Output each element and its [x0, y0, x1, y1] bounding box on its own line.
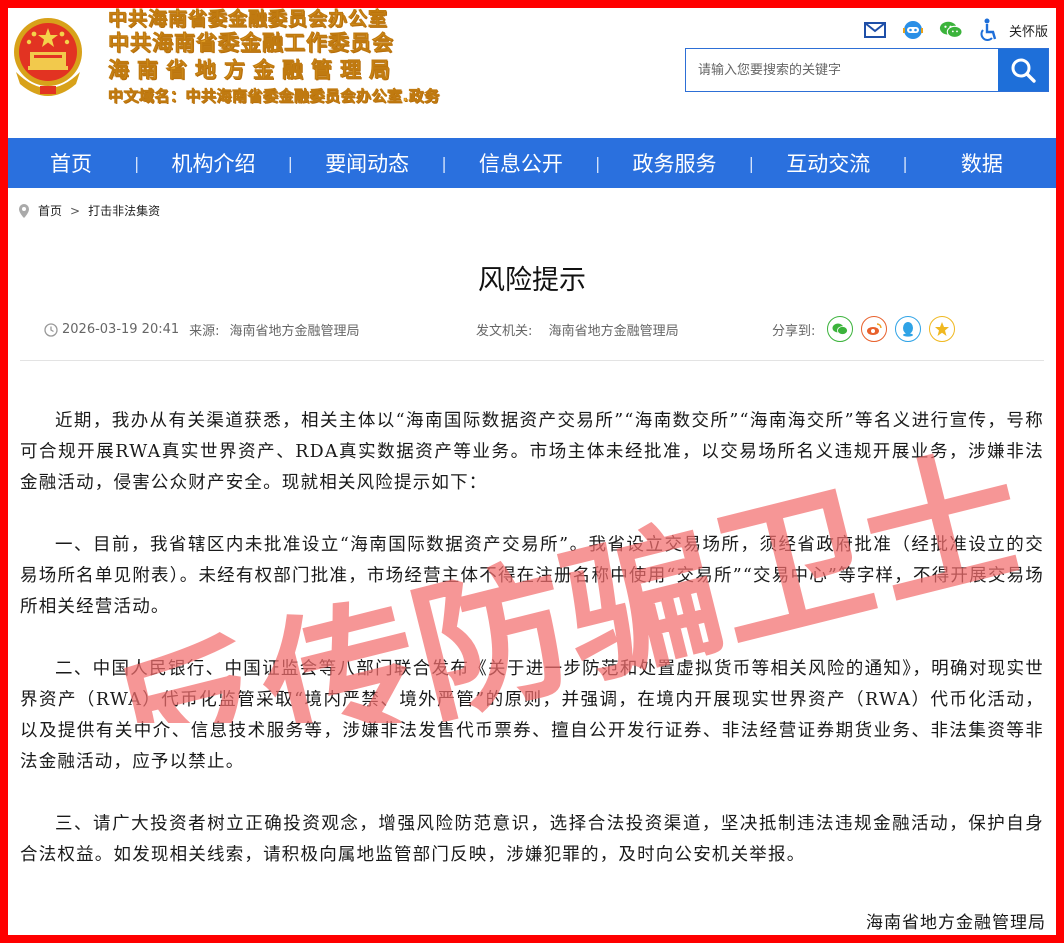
nav-item-home[interactable]: 首页	[8, 148, 134, 178]
top-tools: 关怀版	[863, 18, 1048, 42]
weibo-share-icon[interactable]	[861, 316, 888, 342]
issuer-label: 发文机关:	[476, 324, 533, 339]
article-title: 风险提示	[478, 265, 586, 296]
robot-service-icon[interactable]	[901, 18, 925, 42]
qq-share-icon[interactable]	[895, 316, 922, 342]
nav-item-data[interactable]: 数据	[908, 148, 1056, 178]
wechat-icon[interactable]	[939, 18, 963, 42]
paragraph: 二、中国人民银行、中国证监会等八部门联合发布《关于进一步防范和处置虚拟货币等相关…	[20, 659, 1044, 772]
page-frame: 中共海南省委金融委员会办公室 中共海南省委金融工作委员会 海南省地方金融管理局 …	[8, 8, 1056, 935]
publish-date: 2026-03-19 20:41	[62, 322, 180, 337]
location-pin-icon	[19, 203, 29, 218]
clock-icon	[44, 322, 58, 337]
breadcrumb: 首页 > 打击非法集资	[18, 202, 160, 219]
breadcrumb-current[interactable]: 打击非法集资	[88, 202, 160, 219]
nav-item-interaction[interactable]: 互动交流	[754, 148, 902, 178]
national-emblem-icon	[14, 18, 82, 96]
source-value: 海南省地方金融管理局	[229, 324, 360, 339]
share-label: 分享到:	[772, 323, 816, 339]
nav-item-services[interactable]: 政务服务	[600, 148, 748, 178]
search-button[interactable]	[998, 49, 1048, 91]
site-title-bureau: 海南省地方金融管理局	[108, 58, 398, 82]
care-version-link[interactable]: 关怀版	[1009, 21, 1048, 40]
paragraph: 近期，我办从有关渠道获悉，相关主体以“海南国际数据资产交易所”“海南数交所”“海…	[20, 411, 1044, 493]
nav-item-news[interactable]: 要闻动态	[293, 148, 441, 178]
nav-item-info[interactable]: 信息公开	[447, 148, 595, 178]
nav-item-about[interactable]: 机构介绍	[139, 148, 287, 178]
meta-divider	[20, 360, 1044, 361]
search-icon	[1011, 58, 1036, 83]
share-bar: 分享到:	[772, 316, 956, 342]
search-input[interactable]	[686, 49, 998, 91]
paragraph: 一、目前，我省辖区内未批准设立“海南国际数据资产交易所”。我省设立交易场所，须经…	[20, 535, 1044, 617]
article-body: 近期，我办从有关渠道获悉，相关主体以“海南国际数据资产交易所”“海南数交所”“海…	[20, 406, 1044, 902]
site-title-committee: 中共海南省委金融工作委员会	[108, 31, 394, 55]
breadcrumb-separator: >	[70, 203, 81, 218]
search-box	[685, 48, 1049, 92]
site-domain-name: 中文域名：中共海南省委金融委员会办公室.政务	[108, 87, 440, 105]
main-nav: 首页 | 机构介绍 | 要闻动态 | 信息公开 | 政务服务 | 互动交流 | …	[8, 138, 1056, 188]
issuer-value: 海南省地方金融管理局	[548, 324, 679, 339]
site-title-office: 中共海南省委金融委员会办公室	[108, 8, 389, 30]
article-meta: 2026-03-19 20:41 来源: 海南省地方金融管理局	[44, 320, 360, 339]
mail-icon[interactable]	[863, 18, 887, 42]
source-label: 来源:	[189, 324, 220, 339]
article-signature: 海南省地方金融管理局	[866, 913, 1046, 933]
accessibility-icon[interactable]	[977, 18, 1001, 42]
wechat-share-icon[interactable]	[827, 316, 854, 342]
paragraph: 三、请广大投资者树立正确投资观念，增强风险防范意识，选择合法投资渠道，坚决抵制违…	[20, 814, 1044, 865]
site-titles: 中共海南省委金融委员会办公室 中共海南省委金融工作委员会 海南省地方金融管理局 …	[108, 8, 440, 105]
breadcrumb-home[interactable]: 首页	[38, 202, 62, 219]
issuer-meta: 发文机关: 海南省地方金融管理局	[476, 320, 679, 339]
qzone-share-icon[interactable]	[929, 316, 956, 342]
